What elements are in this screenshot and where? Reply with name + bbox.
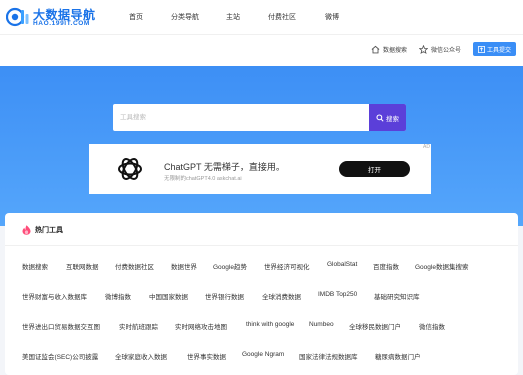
sub-bar: 数据搜索 微信公众号 工具提交 — [0, 34, 523, 66]
ad-title: ChatGPT 无需梯子，直接用。 — [164, 162, 285, 172]
tool-link[interactable]: Google Ngram — [242, 351, 284, 358]
search-button[interactable]: 搜索 — [369, 104, 406, 131]
hero-banner: 搜索 AD ChatGPT 无需梯子，直接用。 无限制的chatGPT4.0 a… — [0, 66, 523, 226]
nav-weibo[interactable]: 微博 — [325, 12, 339, 22]
ad-mark: AD — [422, 144, 431, 150]
tool-link[interactable]: 基础研究知识库 — [374, 291, 420, 301]
tool-submit-button[interactable]: 工具提交 — [473, 42, 516, 56]
tool-link[interactable]: 美国证监会(SEC)公司披露 — [22, 351, 98, 361]
tool-link[interactable]: Google趋势 — [213, 261, 247, 271]
nav-home[interactable]: 首页 — [129, 12, 143, 22]
tool-link[interactable]: 实时航班跟踪 — [119, 321, 158, 331]
tool-link[interactable]: Google数据集搜索 — [415, 261, 468, 271]
tool-link[interactable]: 世界进出口贸易数据交互图 — [22, 321, 100, 331]
panel-divider — [5, 245, 518, 246]
tool-link[interactable]: 世界经济可视化 — [264, 261, 310, 271]
tool-link[interactable]: IMDB Top250 — [318, 291, 357, 298]
tool-link[interactable]: 付费数据社区 — [115, 261, 154, 271]
tool-link[interactable]: 全球家庭收入数据 — [115, 351, 167, 361]
tool-link[interactable]: GlobalStat — [327, 261, 357, 268]
flame-icon — [22, 225, 31, 235]
chatgpt-logo-icon — [118, 158, 142, 180]
logo-icon — [6, 7, 29, 27]
data-search-link[interactable]: 数据搜索 — [371, 45, 407, 54]
site-logo[interactable]: 大数据导航 HAO.199IT.COM — [6, 4, 116, 30]
tool-link[interactable]: 中国国家数据 — [149, 291, 188, 301]
logo-domain: HAO.199IT.COM — [33, 20, 90, 27]
upload-icon — [478, 45, 485, 53]
search-box: 搜索 — [113, 104, 406, 131]
nav-category[interactable]: 分类导航 — [171, 12, 199, 22]
ad-banner[interactable]: AD ChatGPT 无需梯子，直接用。 无限制的chatGPT4.0 askc… — [89, 144, 431, 194]
nav-paid-community[interactable]: 付费社区 — [268, 12, 296, 22]
home-icon — [371, 45, 380, 54]
tool-link[interactable]: 微信指数 — [419, 321, 445, 331]
search-button-label: 搜索 — [386, 115, 399, 123]
tool-link[interactable]: Numbeo — [309, 321, 334, 328]
tool-link[interactable]: 糖尿病数据门户 — [375, 351, 421, 361]
tool-submit-label: 工具提交 — [486, 47, 511, 54]
ad-open-button[interactable]: 打开 — [339, 161, 410, 177]
star-icon — [419, 45, 428, 54]
tool-link[interactable]: 世界银行数据 — [205, 291, 244, 301]
tool-link[interactable]: 互联网数据 — [66, 261, 99, 271]
top-nav: 大数据导航 HAO.199IT.COM 首页 分类导航 主站 付费社区 微博 — [0, 0, 523, 34]
ad-subtitle: 无限制的chatGPT4.0 askchat.ai — [164, 176, 242, 182]
tool-link[interactable]: 世界事实数据 — [187, 351, 226, 361]
tool-link[interactable]: 全球消费数据 — [262, 291, 301, 301]
tool-link[interactable]: 实时网络攻击地图 — [175, 321, 227, 331]
panel-header: 热门工具 — [22, 225, 63, 235]
data-search-label: 数据搜索 — [383, 48, 408, 54]
panel-title: 热门工具 — [35, 227, 63, 234]
tool-link[interactable]: 世界财富与收入数据库 — [22, 291, 87, 301]
tool-link[interactable]: think with google — [246, 321, 294, 328]
tool-link[interactable]: 数据世界 — [171, 261, 197, 271]
wechat-label: 微信公众号 — [431, 48, 462, 54]
wechat-link[interactable]: 微信公众号 — [419, 45, 461, 54]
hot-tools-panel: 热门工具 数据搜索 互联网数据 付费数据社区 数据世界 Google趋势 世界经… — [5, 213, 518, 375]
search-icon — [376, 113, 384, 122]
tool-link[interactable]: 全球移民数据门户 — [349, 321, 401, 331]
tool-link[interactable]: 微博指数 — [105, 291, 131, 301]
nav-main-site[interactable]: 主站 — [226, 12, 240, 22]
search-input[interactable] — [113, 104, 369, 131]
tool-link[interactable]: 百度指数 — [373, 261, 399, 271]
tool-link[interactable]: 数据搜索 — [22, 261, 48, 271]
tool-link[interactable]: 国家法律法规数据库 — [299, 351, 358, 361]
